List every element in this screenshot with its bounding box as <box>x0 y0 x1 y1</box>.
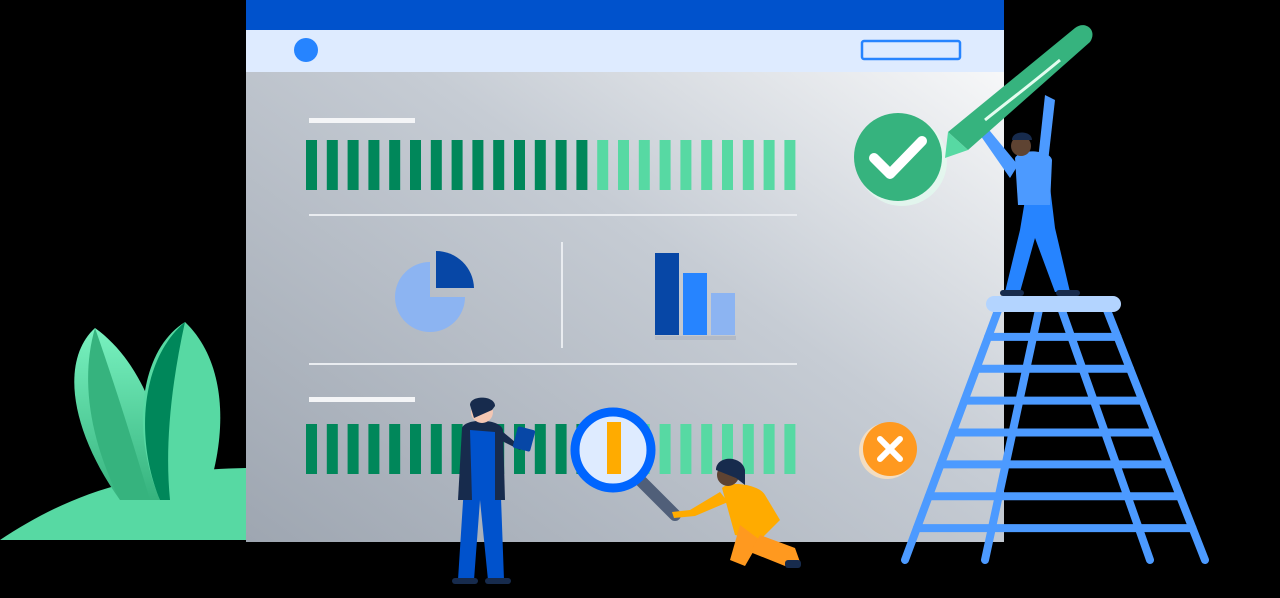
browser-dot-icon <box>294 38 318 62</box>
section-heading-line-bottom <box>309 397 415 402</box>
progress-stripe <box>410 424 421 474</box>
ladder-top-step <box>986 296 1121 312</box>
progress-stripe <box>742 140 754 190</box>
progress-stripe <box>368 424 380 474</box>
progress-stripe <box>347 140 359 190</box>
progress-stripe <box>347 424 359 474</box>
progress-stripe <box>763 140 775 190</box>
progress-stripe <box>493 140 505 190</box>
progress-stripe <box>659 140 671 190</box>
progress-stripe <box>680 424 692 474</box>
browser-address-bar <box>246 30 1004 72</box>
progress-stripe <box>430 424 442 474</box>
progress-stripe <box>368 140 380 190</box>
progress-stripe <box>472 140 484 190</box>
bar-chart-baseline <box>655 336 736 340</box>
bar-chart-bar <box>711 293 735 335</box>
section-heading-line-top <box>309 118 415 123</box>
plant-decoration <box>0 322 246 540</box>
progress-stripe <box>784 140 796 190</box>
progress-stripe <box>430 140 442 190</box>
bar-chart-bar <box>655 253 679 335</box>
progress-stripe <box>701 424 713 474</box>
progress-stripe <box>389 140 401 190</box>
progress-stripe <box>306 140 317 190</box>
progress-stripe <box>638 140 650 190</box>
illustration-scene <box>0 0 1280 598</box>
progress-stripe <box>451 140 463 190</box>
progress-stripe <box>555 140 567 190</box>
browser-top-bar <box>246 0 1004 30</box>
progress-stripe <box>534 424 546 474</box>
progress-stripe <box>555 424 567 474</box>
progress-stripe <box>722 140 733 190</box>
progress-stripe <box>742 424 754 474</box>
progress-stripe <box>306 424 317 474</box>
progress-stripe <box>618 140 629 190</box>
progress-stripe <box>597 140 609 190</box>
progress-stripe <box>326 424 338 474</box>
progress-stripe <box>701 140 713 190</box>
progress-stripe <box>389 424 401 474</box>
progress-stripe <box>680 140 692 190</box>
progress-stripe <box>514 140 525 190</box>
progress-stripe <box>659 424 671 474</box>
bar-chart-bar <box>683 273 707 335</box>
progress-stripe <box>784 424 796 474</box>
progress-stripe <box>576 140 588 190</box>
progress-stripe <box>534 140 546 190</box>
progress-stripe <box>410 140 421 190</box>
progress-stripe <box>763 424 775 474</box>
progress-stripe <box>326 140 338 190</box>
